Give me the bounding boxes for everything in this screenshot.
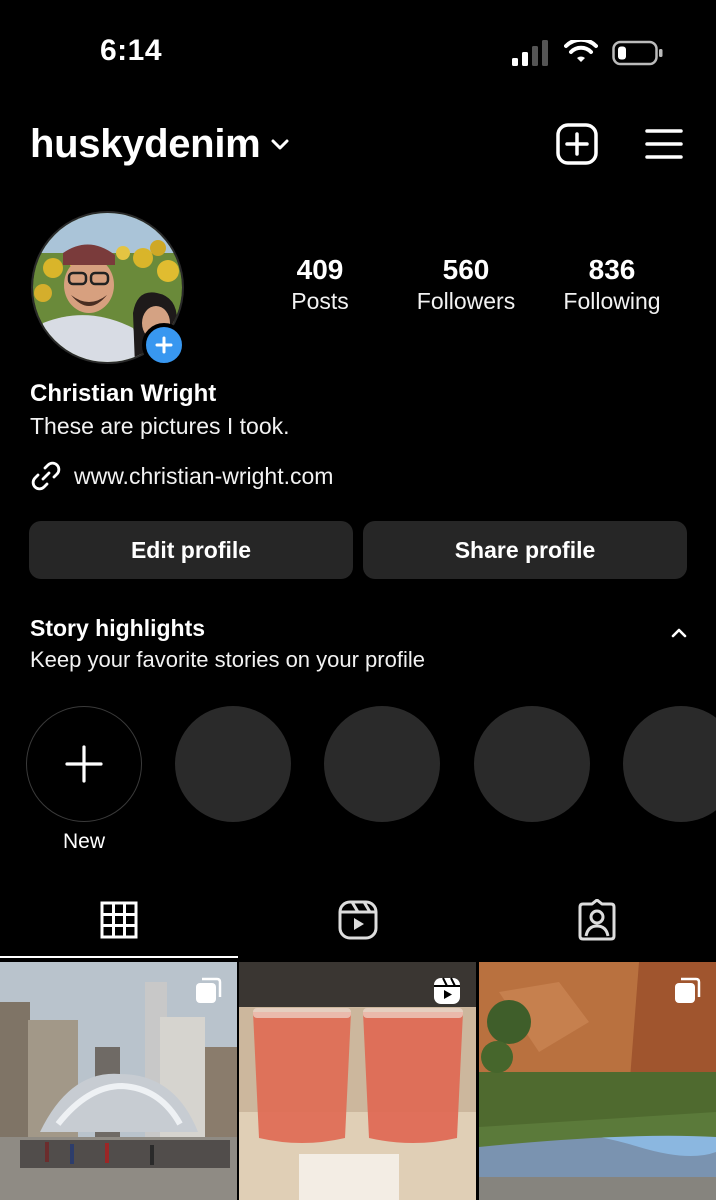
posts-stat[interactable]: 409 Posts [250, 255, 390, 317]
highlight-placeholder [324, 706, 440, 822]
chevron-up-icon[interactable] [668, 622, 690, 644]
highlight-placeholder [623, 706, 716, 822]
battery-icon [612, 40, 663, 66]
tab-posts-grid[interactable] [89, 896, 149, 944]
menu-button[interactable] [642, 122, 686, 166]
status-icons [510, 38, 664, 68]
profile-name: Christian Wright [30, 380, 217, 407]
plus-icon [155, 336, 173, 354]
link-icon [31, 461, 61, 491]
create-post-button[interactable] [555, 122, 599, 166]
new-highlight-label: New [62, 830, 105, 853]
active-tab-indicator [0, 956, 238, 958]
status-time: 6:14 [100, 34, 163, 67]
posts-label: Posts [291, 288, 349, 314]
posts-count: 409 [296, 254, 344, 285]
share-profile-button[interactable]: Share profile [363, 521, 687, 579]
reels-icon [338, 900, 378, 940]
profile-link[interactable]: www.christian-wright.com [30, 460, 333, 492]
plus-square-icon [556, 123, 598, 165]
profile-link-text: www.christian-wright.com [74, 462, 334, 489]
followers-stat[interactable]: 560 Followers [396, 255, 536, 317]
highlight-placeholder [474, 706, 590, 822]
wifi-icon [564, 40, 598, 62]
plus-icon [65, 745, 103, 783]
add-story-button[interactable] [142, 323, 186, 367]
multiple-photos-icon [675, 977, 701, 1003]
tagged-icon [578, 899, 616, 941]
edit-profile-button[interactable]: Edit profile [29, 521, 353, 579]
followers-count: 560 [442, 254, 490, 285]
chevron-down-icon [271, 139, 289, 149]
username-label: husky​denim [30, 122, 261, 166]
multiple-photos-icon [196, 977, 222, 1003]
hamburger-menu-icon [645, 129, 683, 159]
grid-post-bean[interactable] [0, 962, 237, 1200]
new-highlight-button[interactable] [26, 706, 142, 822]
story-highlights-subtitle: Keep your favorite stories on your profi… [30, 647, 425, 672]
grid-post-canyon[interactable] [479, 962, 716, 1200]
following-label: Following [563, 288, 661, 314]
highlight-placeholder [175, 706, 291, 822]
followers-label: Followers [416, 288, 516, 314]
tab-reels[interactable] [328, 896, 388, 944]
signal-icon [512, 40, 548, 66]
tab-tagged[interactable] [567, 896, 627, 944]
following-count: 836 [588, 254, 636, 285]
profile-bio: These are pictures I took. [30, 413, 290, 439]
story-highlights-title: Story highlights [30, 615, 206, 641]
reels-icon [434, 977, 460, 1004]
grid-post-drinks[interactable] [239, 962, 476, 1200]
account-switcher[interactable]: husky​denim [30, 122, 290, 167]
following-stat[interactable]: 836 Following [542, 255, 682, 317]
grid-icon [100, 901, 138, 939]
